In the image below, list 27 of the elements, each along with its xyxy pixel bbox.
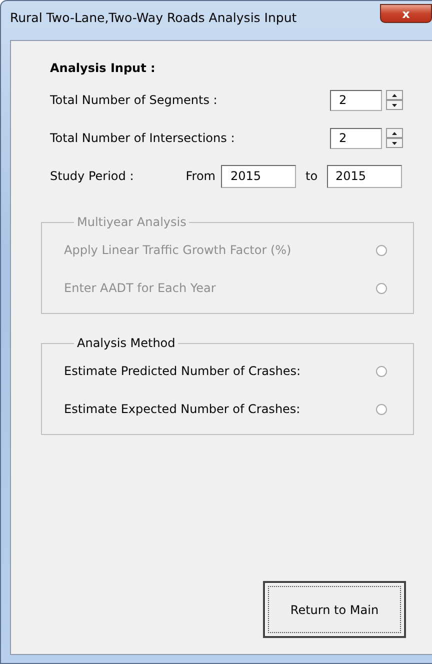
year-field[interactable]: 2015 — [326, 164, 402, 188]
option-label: Estimate Predicted Number of Crashes: — [64, 364, 301, 378]
group-title: Analysis Method — [76, 336, 176, 350]
return-button[interactable]: Return to Main — [263, 581, 406, 638]
down-arrow-icon — [392, 104, 397, 106]
radio-button[interactable] — [376, 404, 387, 414]
spin-control[interactable] — [386, 90, 403, 110]
option-label: Apply Linear Traffic Growth Factor (%) — [64, 243, 292, 257]
section-heading: Analysis Input : — [50, 61, 156, 75]
group-title: Multiyear Analysis — [76, 215, 188, 229]
field-label: Total Number of Segments : — [50, 93, 218, 107]
spin-control[interactable] — [386, 128, 403, 148]
up-arrow-icon — [392, 132, 397, 134]
window-title: Rural Two-Lane,Two-Way Roads Analysis Input — [10, 10, 297, 25]
up-arrow-icon — [392, 94, 397, 96]
option-label: Enter AADT for Each Year — [64, 281, 216, 295]
radio-button[interactable] — [376, 366, 387, 376]
year-field[interactable]: 2015 — [221, 164, 296, 188]
number-field[interactable]: 2 — [330, 128, 382, 148]
number-field[interactable]: 2 — [330, 90, 382, 110]
down-arrow-icon — [392, 142, 397, 144]
from-label: From — [186, 169, 216, 183]
option-label: Estimate Expected Number of Crashes: — [64, 402, 300, 416]
close-button[interactable]: x — [380, 4, 432, 23]
to-label: to — [305, 169, 318, 183]
field-label: Study Period : — [50, 169, 134, 183]
field-label: Total Number of Intersections : — [50, 131, 236, 145]
